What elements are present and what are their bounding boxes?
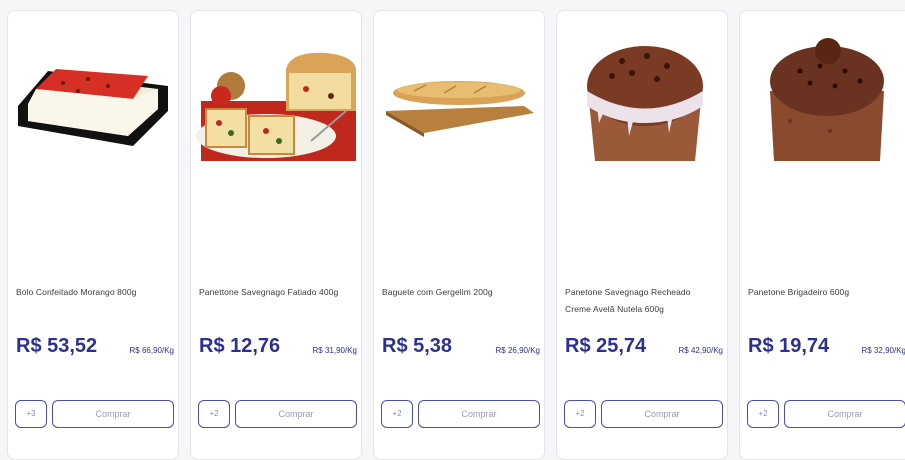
quantity-button[interactable]: +2 [747,400,779,428]
product-name[interactable]: Panettone Savegnago Fatiado 400g [199,284,353,301]
strawberry-cake-image[interactable] [8,11,178,161]
quantity-button[interactable]: +3 [15,400,47,428]
buy-button[interactable]: Comprar [418,400,540,428]
quantity-button[interactable]: +2 [198,400,230,428]
buy-button[interactable]: Comprar [784,400,905,428]
product-card[interactable]: Panetone Brigadeiro 600g R$ 19,74 R$ 32,… [739,10,905,460]
buy-button[interactable]: Comprar [601,400,723,428]
price-per-kg: R$ 66,90/Kg [129,346,174,355]
price-per-kg: R$ 42,90/Kg [678,346,723,355]
product-card[interactable]: Panetone Savegnago Recheado Creme Avelã … [556,10,728,460]
baguette-image[interactable] [374,11,544,161]
buy-button[interactable]: Comprar [52,400,174,428]
sliced-panettone-image[interactable] [191,11,361,161]
product-name[interactable]: Baguete com Gergelim 200g [382,284,536,301]
product-grid: Bolo Confeitado Morango 800g R$ 53,52 R$… [0,0,905,460]
product-card[interactable]: Bolo Confeitado Morango 800g R$ 53,52 R$… [7,10,179,460]
product-card[interactable]: Panettone Savegnago Fatiado 400g R$ 12,7… [190,10,362,460]
quantity-button[interactable]: +2 [381,400,413,428]
product-name[interactable]: Bolo Confeitado Morango 800g [16,284,170,301]
product-card[interactable]: Baguete com Gergelim 200g R$ 5,38 R$ 26,… [373,10,545,460]
quantity-button[interactable]: +2 [564,400,596,428]
buy-button[interactable]: Comprar [235,400,357,428]
brigadeiro-panettone-image[interactable] [740,11,905,161]
price-per-kg: R$ 31,90/Kg [312,346,357,355]
product-name[interactable]: Panetone Brigadeiro 600g [748,284,902,301]
product-price: R$ 25,74 [565,335,647,357]
price-per-kg: R$ 32,90/Kg [861,346,905,355]
product-price: R$ 12,76 [199,335,281,357]
price-per-kg: R$ 26,90/Kg [495,346,540,355]
product-price: R$ 19,74 [748,335,830,357]
product-price: R$ 5,38 [382,335,453,357]
product-price: R$ 53,52 [16,335,98,357]
product-name[interactable]: Panetone Savegnago Recheado Creme Avelã … [565,284,719,318]
nutella-panettone-image[interactable] [557,11,727,161]
